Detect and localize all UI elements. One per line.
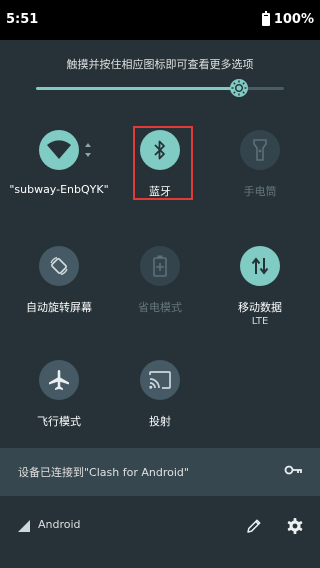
- brightness-slider[interactable]: [36, 79, 284, 97]
- battery-percent: 100%: [273, 12, 314, 27]
- auto-rotate-icon: [50, 256, 68, 276]
- cast-icon: [149, 371, 171, 389]
- brightness-slider-thumb[interactable]: [229, 78, 249, 98]
- flashlight-label: 手电筒: [243, 185, 277, 198]
- settings-button[interactable]: [285, 516, 305, 536]
- cast-label: 投射: [149, 415, 171, 428]
- vpn-notice[interactable]: 设备已连接到"Clash for Android": [0, 448, 320, 496]
- brightness-hint: 触摸并按住相应图标即可查看更多选项: [66, 58, 254, 71]
- carrier-name: Android: [38, 518, 81, 531]
- wifi-icon: [47, 140, 71, 159]
- tile-mobile-data[interactable]: 移动数据 LTE: [207, 246, 313, 356]
- airplane-toggle[interactable]: [39, 360, 79, 400]
- airplane-label: 飞行模式: [37, 415, 81, 428]
- key-icon: [284, 465, 302, 475]
- status-time: 5:51: [6, 12, 39, 27]
- status-bar: 5:51 100%: [0, 0, 320, 40]
- signal-icon: [18, 520, 30, 532]
- mobile-data-toggle[interactable]: [240, 246, 280, 286]
- tile-auto-rotate[interactable]: 自动旋转屏幕: [6, 246, 112, 356]
- flashlight-toggle[interactable]: [240, 130, 280, 170]
- cast-toggle[interactable]: [140, 360, 180, 400]
- wifi-activity-arrows-icon: [85, 143, 91, 157]
- battery-saver-toggle[interactable]: [140, 246, 180, 286]
- highlight-box: [133, 126, 193, 200]
- battery-saver-label: 省电模式: [138, 301, 182, 314]
- tile-flashlight[interactable]: 手电筒: [207, 130, 313, 240]
- brightness-slider-fill: [36, 87, 240, 90]
- wifi-label: "subway-EnbQYK": [9, 183, 109, 196]
- battery-saver-icon: [153, 255, 167, 277]
- bottom-bar: Android: [0, 496, 320, 568]
- pencil-icon: [247, 519, 261, 533]
- auto-rotate-label: 自动旋转屏幕: [26, 301, 92, 314]
- quick-settings-panel: 触摸并按住相应图标即可查看更多选项 "subway-EnbQYK" 蓝牙 手电筒…: [0, 40, 320, 568]
- brightness-icon: [230, 79, 249, 97]
- gear-icon: [287, 518, 303, 534]
- auto-rotate-toggle[interactable]: [39, 246, 79, 286]
- flashlight-icon: [253, 139, 267, 161]
- tile-battery-saver[interactable]: 省电模式: [107, 246, 213, 356]
- mobile-data-network-type: LTE: [251, 316, 269, 327]
- battery-icon: [261, 11, 270, 26]
- airplane-icon: [49, 370, 69, 390]
- status-battery: 100%: [261, 11, 314, 27]
- tile-wifi[interactable]: "subway-EnbQYK": [6, 130, 112, 240]
- mobile-data-label: 移动数据: [238, 301, 282, 314]
- vpn-text: 设备已连接到"Clash for Android": [18, 466, 189, 479]
- wifi-toggle[interactable]: [39, 130, 79, 170]
- mobile-data-icon: [251, 257, 269, 275]
- edit-button[interactable]: [244, 516, 264, 536]
